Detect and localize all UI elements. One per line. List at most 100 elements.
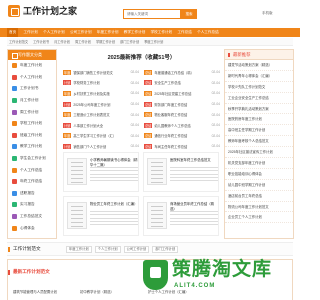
card-title[interactable]: 商场营业员年终工作总结（精选） (170, 202, 218, 211)
category-icon (12, 121, 17, 127)
sidebar-item[interactable]: 工作计划书 (8, 83, 56, 95)
article-row[interactable]: 总结 物业客服年终工作总结 02-04 (144, 109, 220, 120)
latest-item[interactable]: 物流公司年度工作计划范文 (225, 202, 293, 213)
article-card[interactable]: 商场营业员年终工作总结（精选） (143, 196, 219, 236)
article-row[interactable]: 计划 2025年公司年度工作计划 02-04 (63, 99, 139, 110)
mobile-link[interactable]: 手机版 (262, 11, 273, 16)
lower-tab[interactable]: 公司工作计划 (123, 246, 150, 253)
article-title[interactable]: 人事部工作计划大全 (73, 123, 128, 128)
latest-item[interactable]: 工业企业安全生产工作总结 (225, 93, 293, 104)
card-title[interactable]: 医院科室年终工作总结范文 (170, 158, 218, 163)
sidebar-item[interactable]: 年度工作计划 (8, 60, 56, 72)
sidebar-item[interactable]: 个人工作总结 (8, 164, 56, 176)
article-row[interactable]: 年度 工程造价工作计划表范文 02-04 (63, 109, 139, 120)
lower-tab[interactable]: 年度工作计划 (66, 246, 92, 253)
site-logo[interactable]: 工作计划之家 (8, 5, 77, 17)
subnav-item[interactable]: 月工作计划 (54, 39, 70, 44)
subnav-item[interactable]: 工作计划范文 (9, 39, 28, 44)
lower-list-item[interactable]: 初中教学计划（精选） (80, 289, 114, 294)
article-row[interactable]: 总结 幼儿园教师个人工作总结 02-04 (144, 120, 220, 131)
sidebar-item[interactable]: 周工作计划 (8, 106, 56, 118)
sidebar-item[interactable]: 班级工作计划 (8, 130, 56, 142)
subnav-item[interactable]: 周工作计划 (75, 39, 91, 44)
subnav-item[interactable]: 季度工作计划 (144, 39, 163, 44)
subnav-item[interactable]: 部门工作计划 (120, 39, 139, 44)
nav-item[interactable]: 个人工作总结 (197, 30, 219, 35)
latest-item[interactable]: 高中班主任学期工作计划 (225, 125, 293, 137)
nav-item-home[interactable]: 首页 (7, 28, 19, 37)
latest-item[interactable]: 2025年社区普法宣传工作计划 (225, 147, 293, 159)
article-row[interactable]: 计划 学校财务工作计划 02-04 (63, 78, 139, 89)
subnav-item[interactable]: 学期工作计划 (96, 39, 115, 44)
latest-item[interactable]: 酒店前台员工年终总结 (225, 191, 293, 202)
latest-item[interactable]: 建党节活动策划方案（精选） (225, 60, 293, 71)
search-button[interactable]: 搜索 (181, 9, 197, 19)
lower-tab[interactable]: 个人工作计划 (94, 246, 121, 253)
article-row[interactable]: 计划 人事部工作计划大全 02-04 (63, 120, 139, 131)
sidebar-item[interactable]: 学生会工作计划 (8, 153, 56, 165)
article-title[interactable]: 幼儿园教师个人工作总结 (154, 123, 209, 128)
sidebar-item[interactable]: 述职报告 (8, 188, 56, 200)
article-row[interactable]: 总结 2025年社区党建工作总结 02-04 (144, 88, 220, 99)
sidebar-item[interactable]: 实习报告 (8, 199, 56, 211)
article-card[interactable]: 医院科室年终工作总结范文 (143, 152, 219, 192)
nav-item[interactable]: 工作总结 (177, 30, 191, 35)
article-row[interactable]: 总结 通信行业年终工作总结 02-04 (144, 131, 220, 142)
nav-item[interactable]: 年度工作计划 (97, 30, 119, 35)
article-title[interactable]: 通信行业年终工作总结 (154, 133, 209, 138)
latest-item[interactable]: 幼儿园中班学期工作计划 (225, 180, 293, 191)
article-title[interactable]: 财务部门年度工作总结 (154, 102, 209, 107)
search-input[interactable] (123, 9, 181, 19)
category-tag: 计划 (63, 101, 72, 107)
article-title[interactable]: 学校财务工作计划 (73, 80, 128, 85)
sidebar-item[interactable]: 年终工作总结 (8, 176, 56, 188)
article-card[interactable]: 小学教师暑期读书心得体会（精华十二篇） (63, 152, 139, 192)
article-row[interactable]: 总结 年度普通话工作总结（精） 02-04 (144, 67, 220, 78)
latest-item[interactable]: 教师年度考核个人总结范文 (225, 136, 293, 148)
article-row[interactable]: 总结 财务部门年度工作总结 02-04 (144, 99, 220, 110)
article-title[interactable]: 高三学生学习工作计划（汇） (73, 133, 128, 138)
article-row[interactable]: 年度 高三学生学习工作计划（汇） 02-04 (63, 131, 139, 142)
lower-tab[interactable]: 部门工作计划 (152, 246, 179, 253)
latest-item[interactable]: 职业技能培训心得体会 (225, 169, 293, 180)
card-title[interactable]: 小学教师暑期读书心得体会（精华十二篇） (90, 158, 138, 167)
nav-item[interactable]: 学校工作计划 (151, 30, 173, 35)
featured-title: 2025最新推荐（收藏51号） (107, 55, 176, 61)
article-title[interactable]: 银保部门销售工作计划范文 (73, 70, 128, 75)
nav-item[interactable]: 公司工作计划 (70, 30, 92, 35)
latest-item[interactable]: 医院药房年度工作计划 (225, 114, 293, 126)
article-title[interactable]: 安全生产工作总结 (154, 80, 209, 85)
article-title[interactable]: 乡村扶贫工作计划及实施 (73, 91, 128, 96)
article-row[interactable]: 总结 车间主任年终工作总结 02-04 (144, 141, 220, 152)
sidebar-item[interactable]: 学校工作计划 (8, 118, 56, 130)
card-title[interactable]: 物业员工年终工作计划（汇编） (90, 202, 138, 207)
article-title[interactable]: 年度普通话工作总结（精） (154, 70, 209, 75)
lower-list-item[interactable]: 建筑节能管理与人员配置计划 (13, 289, 57, 294)
latest-item[interactable]: 新时代青年心得体会（汇编） (225, 71, 293, 82)
article-row[interactable]: 年度 乡村扶贫工作计划及实施 02-04 (63, 88, 139, 99)
article-row[interactable]: 年度 银保部门销售工作计划范文 02-04 (63, 67, 139, 78)
latest-item[interactable]: 学校少先队工作计划范文 (225, 82, 293, 93)
article-title[interactable]: 物业客服年终工作总结 (154, 112, 209, 117)
article-row[interactable]: 总结 安全生产工作总结 02-04 (144, 78, 220, 89)
latest-item[interactable]: 机关党支部年度工作计划 (225, 158, 293, 169)
sidebar-item[interactable]: 教学工作计划 (8, 141, 56, 153)
article-title[interactable]: 车间主任年终工作总结 (154, 144, 209, 149)
nav-item[interactable]: 工作计划 (23, 30, 37, 35)
latest-item[interactable]: 秋季开学典礼活动策划方案 (225, 104, 293, 115)
article-row[interactable]: 计划 销售部门个人工作计划 02-04 (63, 141, 139, 152)
sidebar-item[interactable]: 工作总结范文 (8, 211, 56, 223)
article-date: 02-04 (130, 144, 139, 149)
latest-item[interactable]: 企业员工个人工作计划 (225, 212, 293, 224)
article-title[interactable]: 工程造价工作计划表范文 (73, 112, 128, 117)
subnav-item[interactable]: 工作计划书 (33, 39, 49, 44)
nav-item[interactable]: 教学工作计划 (124, 30, 146, 35)
nav-item[interactable]: 个人工作计划 (43, 30, 65, 35)
article-title[interactable]: 2025年社区党建工作总结 (154, 91, 209, 96)
article-card[interactable]: 物业员工年终工作计划（汇编） (63, 196, 139, 236)
article-title[interactable]: 销售部门个人工作计划 (73, 144, 128, 149)
sidebar-item[interactable]: 心得体会 (8, 222, 56, 234)
sidebar-item[interactable]: 月工作计划 (8, 95, 56, 107)
sidebar-item[interactable]: 个人工作计划 (8, 72, 56, 84)
article-title[interactable]: 2025年公司年度工作计划 (73, 102, 128, 107)
